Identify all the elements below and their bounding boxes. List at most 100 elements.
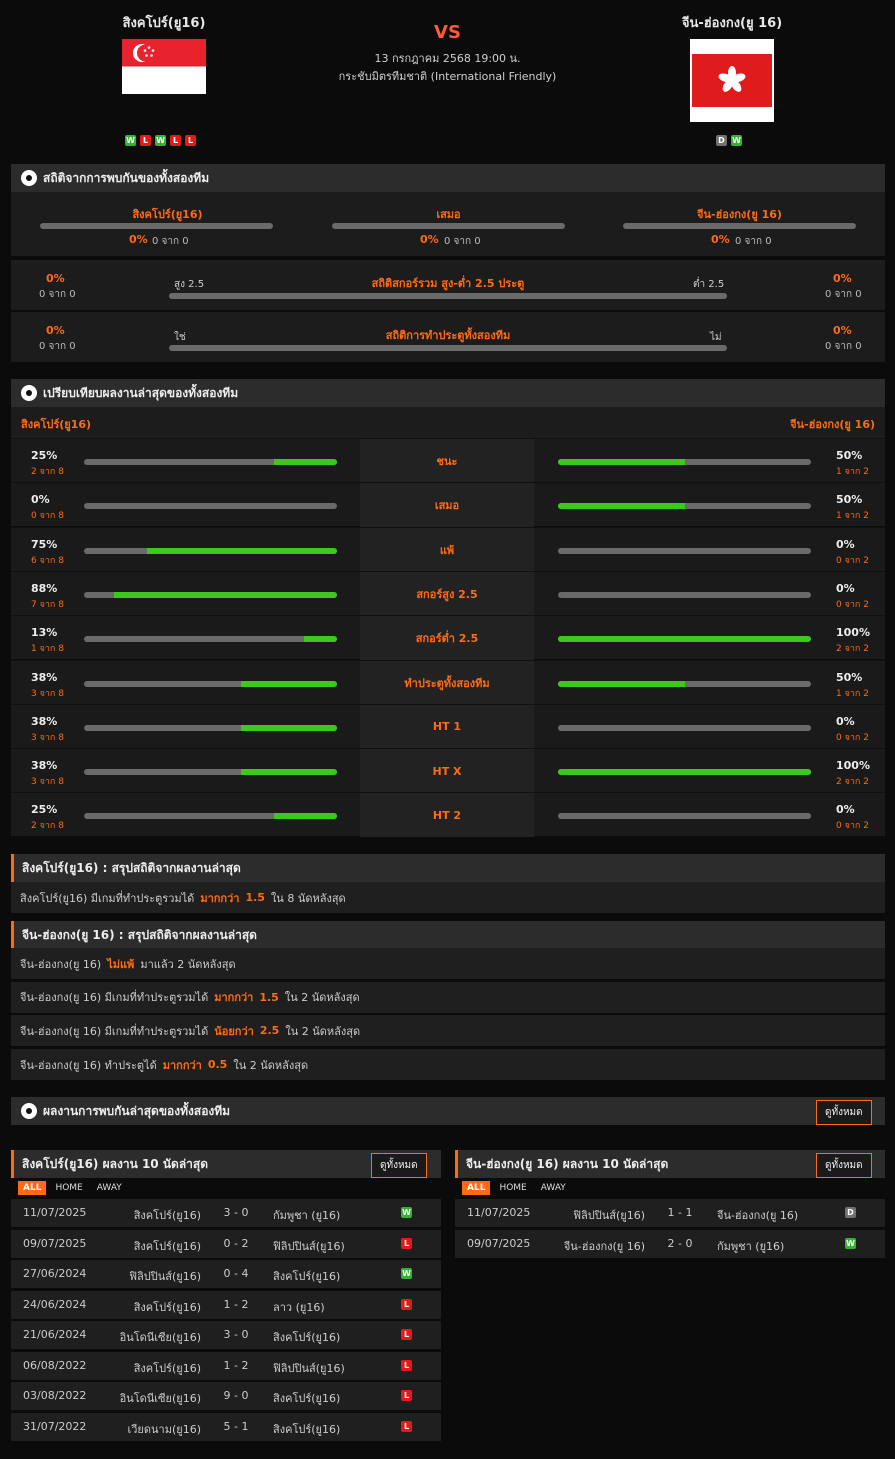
match-row[interactable]: 09/07/2025 สิงคโปร์(ยู16) 0 - 2 ฟิลิปปินส์(… [11,1229,441,1258]
match-date: 11/07/2025 [467,1206,531,1219]
compare-away-pct: 50% [836,670,863,684]
match-result-badge: W [845,1237,856,1249]
ou-left-pct: 0% [46,272,65,285]
compare-home-bar-fill [240,724,337,731]
compare-away-bar [558,813,811,820]
compare-away-bar-fill [558,636,811,643]
compare-row: 25% 2 จาก 8 HT 2 0% 0 จาก 2 [11,792,885,838]
away-view-all-button[interactable]: ดูทั้งหมด [816,1153,872,1178]
tab-home[interactable]: HOME [494,1181,531,1195]
compare-home-count: 6 จาก 8 [31,555,64,566]
compare-home-pct: 0% [31,493,50,507]
compare-row-label: ชนะ [360,439,534,483]
match-score: 3 - 0 [223,1206,249,1219]
match-row[interactable]: 11/07/2025 ฟิลิปปินส์(ยู16) 1 - 1 จีน-ฮ่องก… [455,1199,885,1227]
compare-away-count: 0 จาก 2 [836,821,869,832]
tab-away[interactable]: AWAY [92,1181,127,1195]
match-row[interactable]: 09/07/2025 จีน-ฮ่องกง(ยู 16) 2 - 0 กัมพูชา … [455,1229,885,1258]
tab-all[interactable]: ALL [18,1181,47,1195]
view-all-button[interactable]: ดูทั้งหมด [816,1100,872,1125]
compare-away-bar-fill [558,459,685,465]
compare-row: 38% 3 จาก 8 HT X 100% 2 จาก 2 [11,748,885,794]
ou-bar [169,293,727,299]
match-row[interactable]: 03/08/2022 อินโดนีเซีย(ยู16) 9 - 0 สิงคโปร์… [11,1382,441,1410]
match-date: 31/07/2022 [23,1419,87,1433]
compare-home-bar-fill [240,769,337,776]
compare-away-pct: 100% [836,759,870,773]
match-row[interactable]: 21/06/2024 อินโดนีเซีย(ยู16) 3 - 0 สิงคโปร์… [11,1321,441,1349]
compare-home-bar-fill [273,459,337,465]
compare-home-pct: 38% [31,670,58,684]
compare-row: 75% 6 จาก 8 แพ้ 0% 0 จาก 2 [11,526,885,572]
compare-home-count: 7 จาก 8 [31,599,64,610]
tab-home[interactable]: HOME [50,1181,87,1195]
match-date: 21/06/2024 [23,1328,87,1341]
btts-right-count: 0 จาก 0 [825,341,862,352]
home-view-all-button[interactable]: ดูทั้งหมด [371,1153,427,1178]
match-row[interactable]: 27/06/2024 ฟิลิปปินส์(ยู16) 0 - 4 สิงคโปร์(… [11,1260,441,1288]
compare-home-count: 3 จาก 8 [31,688,64,699]
summary-row: จีน-ฮ่องกง(ยู 16) ทำประตูได้ มากกว่า 0.5 ใน… [11,1049,885,1081]
compare-away-count: 0 จาก 2 [836,732,869,743]
summary-suffix: ใน 2 นัดหลังสุด [285,1024,361,1038]
h2h-result-panel: สิงคโปร์(ยู16) 0% 0 จาก 0 เสมอ 0% 0 จาก … [11,192,885,256]
away-summary-header: จีน-ฮ่องกง(ยู 16) : สรุปสถิติจากผลงานล่า… [11,921,885,949]
match-date: 03/08/2022 [23,1389,87,1402]
match-row[interactable]: 24/06/2024 สิงคโปร์(ยู16) 1 - 2 ลาว (ยู16) L [11,1290,441,1319]
compare-home-bar [84,636,337,643]
compare-row: 13% 1 จาก 8 สกอร์ต่ำ 2.5 100% 2 จาก 2 [11,615,885,661]
h2h-home-label: สิงคโปร์(ยู16) [132,208,203,221]
summary-row: จีน-ฮ่องกง(ยู 16) มีเกมที่ทำประตูรวมได้ ม… [11,981,885,1013]
match-result-badge: L [401,1390,412,1401]
h2h-away-label: จีน-ฮ่องกง(ยู 16) [697,208,782,221]
compare-away-pct: 0% [836,537,855,551]
compare-row: 38% 3 จาก 8 ทำประตูทั้งสองทีม 50% 1 จาก 2 [11,659,885,705]
match-score: 3 - 0 [223,1328,249,1341]
match-home-team: สิงคโปร์(ยู16) [133,1361,201,1375]
compare-row-label: HT 1 [360,704,534,749]
tab-all[interactable]: ALL [462,1181,491,1195]
compare-home-count: 3 จาก 8 [31,777,64,788]
btts-bar [169,345,727,351]
summary-value: 2.5 [259,1024,280,1038]
compare-home-bar-fill [147,547,337,554]
home-tabs: ALL HOME AWAY [18,1181,127,1195]
match-score: 9 - 0 [223,1389,249,1402]
h2h-title: สถิติจากการพบกันของทั้งสองทีม [43,170,210,185]
home-form-badge: L [140,135,151,146]
match-row[interactable]: 31/07/2022 เวียดนาม(ยู16) 5 - 1 สิงคโปร์(ยู… [11,1412,441,1441]
match-row[interactable]: 11/07/2025 สิงคโปร์(ยู16) 3 - 0 กัมพูชา (ยู… [11,1199,441,1227]
h2h-section-header: สถิติจากการพบกันของทั้งสองทีม [11,164,885,192]
h2h-btts-panel: 0% 0 จาก 0 ใช่ สถิติการทำประตูทั้งสองทีม… [11,312,885,362]
compare-away-pct: 50% [836,493,863,507]
recent-title: ผลงานการพบกันล่าสุดของทั้งสองทีม [43,1103,231,1118]
tab-away[interactable]: AWAY [536,1181,571,1195]
compare-away-count: 0 จาก 2 [836,599,869,610]
compare-home-pct: 25% [31,449,58,462]
match-result-badge: L [401,1329,412,1340]
compare-home-bar-fill [273,813,337,820]
h2h-draw-count: 0 จาก 0 [444,236,481,247]
compare-away-count: 1 จาก 2 [836,688,869,699]
match-score: 1 - 1 [667,1206,693,1219]
h2h-draw-bar [332,223,565,229]
h2h-draw-pct: 0% [420,233,439,246]
match-result-badge: L [401,1420,412,1432]
match-home-team: จีน-ฮ่องกง(ยู 16) [563,1239,645,1253]
compare-home-count: 1 จาก 8 [31,644,64,655]
compare-home-pct: 13% [31,626,58,640]
compare-away-bar-fill [558,503,685,510]
ou-right-count: 0 จาก 0 [825,289,862,300]
singapore-flag-icon [122,39,206,94]
compare-home-bar [84,813,337,820]
match-score: 1 - 2 [223,1297,249,1311]
match-away-team: สิงคโปร์(ยู16) [273,1331,341,1344]
match-result-badge: L [401,1298,412,1310]
match-result-badge: W [401,1207,412,1218]
compare-away-bar [558,680,811,687]
recent-section-header: ผลงานการพบกันล่าสุดของทั้งสองทีม [11,1097,885,1125]
match-away-team: ฟิลิปปินส์(ยู16) [273,1361,345,1375]
match-row[interactable]: 06/08/2022 สิงคโปร์(ยู16) 1 - 2 ฟิลิปปินส์(… [11,1351,441,1380]
compare-home-bar [84,724,337,731]
summary-highlight: ไม่แพ้ [107,957,135,971]
